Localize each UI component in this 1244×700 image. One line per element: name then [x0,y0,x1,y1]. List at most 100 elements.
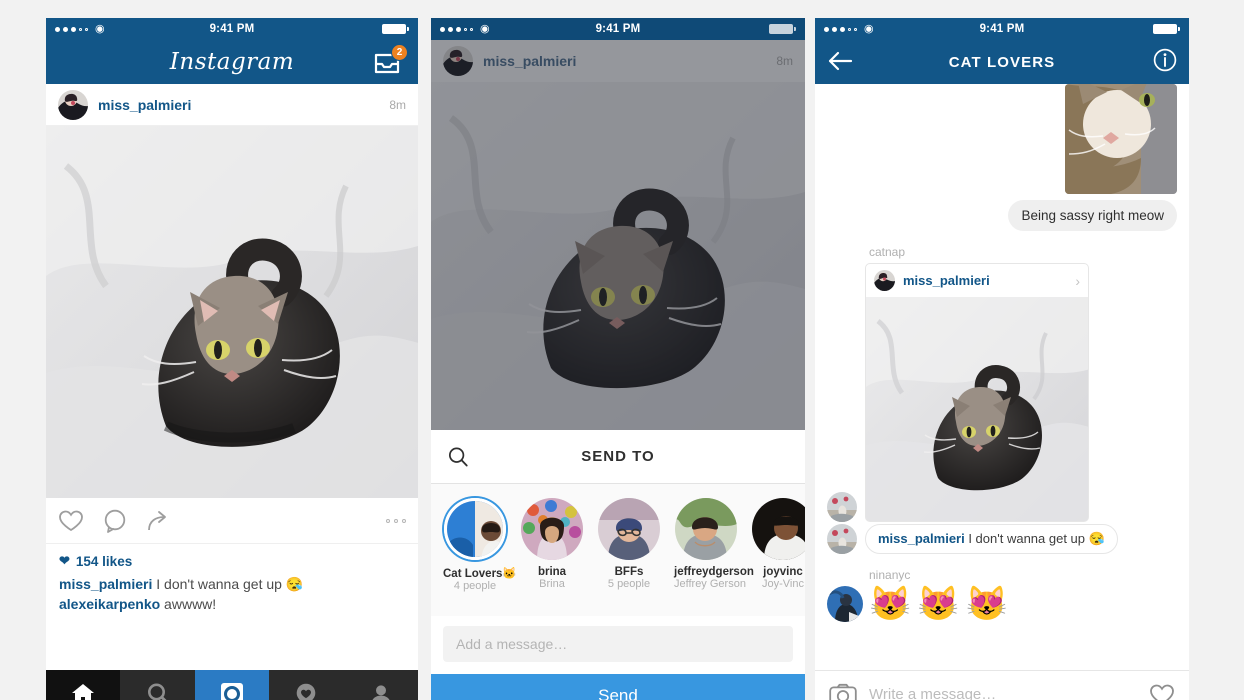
bottom-tab-bar [46,670,418,700]
emoji-reaction: 😻 [869,585,912,623]
contacts-list[interactable]: Cat Lovers🐱 4 people brina Brina BFFs 5 … [431,484,805,616]
tab-profile[interactable] [343,670,418,700]
list-item[interactable]: brina Brina [520,498,584,590]
avatar[interactable] [444,498,506,560]
message-bubble: Being sassy right meow [1008,200,1177,231]
contact-sub: Joy-Vinc [762,578,804,590]
list-item: alexeikarpenko awwww! [59,594,405,614]
post-caption-block: ❤ 154 likes miss_palmieri I don't wanna … [46,544,418,670]
contact-sub: Jeffrey Gerson [674,578,746,590]
contact-name: brina [537,566,567,578]
post-photo-dimmed[interactable] [431,82,805,430]
list-item[interactable]: BFFs 5 people [597,498,661,590]
tab-search[interactable] [120,670,195,700]
comment-username[interactable]: alexeikarpenko [59,596,160,612]
comment-text: awwww! [160,596,217,612]
post-photo[interactable] [46,126,418,498]
contact-sub: 4 people [453,580,497,592]
avatar[interactable] [752,498,805,560]
tab-camera[interactable] [194,670,270,700]
list-item[interactable]: Cat Lovers🐱 4 people [443,498,517,592]
heart-icon[interactable] [1149,683,1175,700]
phone-screen-send-to: ◉ 9:41 PM miss_palmieri 8m SEND TO Cat L… [431,18,805,700]
cat-on-bed-photo [431,82,805,430]
chevron-right-icon[interactable]: › [1075,273,1080,289]
avatar[interactable] [598,498,660,560]
activity-heart-icon [297,683,316,700]
inbox-badge-count: 2 [391,44,408,61]
contact-sub: Brina [539,578,565,590]
info-button[interactable] [1153,48,1177,77]
camera-icon [221,683,244,700]
avatar[interactable] [443,46,473,76]
post-username[interactable]: miss_palmieri [98,97,191,113]
caption-username[interactable]: miss_palmieri [878,531,965,546]
contact-name: jeffreydgerson [674,566,754,578]
chat-message-photo[interactable] [815,84,1189,200]
tab-activity[interactable] [269,670,344,700]
more-options-icon[interactable] [386,518,406,523]
status-bar: ◉ 9:41 PM [431,18,805,40]
comment-bubble-icon[interactable] [102,509,128,533]
shared-post-username[interactable]: miss_palmieri [903,273,990,288]
user-avatar-jeffrey [675,498,737,560]
avatar[interactable] [827,492,857,522]
caption-text: I don't wanna get up [964,531,1089,546]
status-bar: ◉ 9:41 PM [815,18,1189,40]
avatar[interactable] [58,89,88,120]
write-message-input[interactable]: Write a message… [869,686,1137,700]
back-arrow-icon [828,51,853,71]
group-avatar-cat-lovers [447,501,503,557]
post-timestamp: 8m [389,97,406,112]
feed-navbar: Instagram 2 [46,40,418,84]
phone-screen-direct-thread: ◉ 9:41 PM CAT LOVERS Being sassy right m… [815,18,1189,700]
post-header[interactable]: miss_palmieri 8m [46,84,418,126]
likes-count-label: 154 likes [75,553,133,569]
chat-message-caption[interactable]: miss_palmieri I don't wanna get up 😪 [815,524,1189,558]
shared-post-card[interactable]: miss_palmieri › [865,263,1089,522]
emoji-reaction: 😻 [965,585,1009,623]
status-bar-time: 9:41 PM [209,23,255,35]
user-avatar-joy [752,498,805,560]
search-icon [147,683,167,700]
chat-message-emoji[interactable]: 😻 😻 😻 [815,586,1189,622]
user-avatar-catnap [827,492,857,522]
list-item[interactable]: jeffreydgerson Jeffrey Gerson [674,498,754,590]
post-username[interactable]: miss_palmieri [483,53,576,69]
post-header[interactable]: miss_palmieri 8m [431,40,805,82]
caption-emoji: 😪 [1088,531,1105,546]
avatar[interactable] [827,524,857,554]
contact-name: joyvinc [763,566,803,578]
cat-on-bed-photo [866,297,1088,521]
comment-text: I don't wanna get up [152,576,286,592]
chat-message-shared-post[interactable]: miss_palmieri › [815,263,1189,526]
group-avatar-bffs [598,498,660,560]
add-message-input[interactable]: Add a message… [443,626,793,662]
comment-username[interactable]: miss_palmieri [59,576,152,592]
chat-thread[interactable]: Being sassy right meow catnap miss_palmi… [815,84,1189,670]
camera-icon[interactable] [829,683,857,700]
post-header-dimmed: miss_palmieri 8m [431,40,805,82]
likes-row[interactable]: ❤ 154 likes [59,553,405,569]
share-arrow-icon[interactable] [146,509,172,533]
comment-emoji: 😪 [285,576,304,592]
contact-name: BFFs [614,566,644,578]
shared-post-photo[interactable] [866,297,1088,521]
list-item[interactable]: joyvinc Joy-Vinc [751,498,805,590]
screenshot-stage: ◉ 9:41 PM Instagram 2 miss_palmieri 8m ❤… [0,0,1244,700]
send-to-title: SEND TO [581,448,655,465]
tab-home[interactable] [46,670,121,700]
avatar[interactable] [827,586,863,622]
direct-inbox-button[interactable]: 2 [372,44,408,77]
cat-closeup-photo[interactable] [1065,84,1177,194]
shared-post-header[interactable]: miss_palmieri › [866,264,1088,297]
home-icon [72,684,95,700]
status-bar-time: 9:41 PM [979,23,1025,35]
back-button[interactable] [827,49,857,75]
avatar [874,270,895,291]
chat-message-text[interactable]: Being sassy right meow [815,200,1189,237]
heart-icon[interactable] [58,509,84,533]
avatar[interactable] [675,498,737,560]
send-button[interactable]: Send [431,674,805,700]
avatar[interactable] [521,498,583,560]
